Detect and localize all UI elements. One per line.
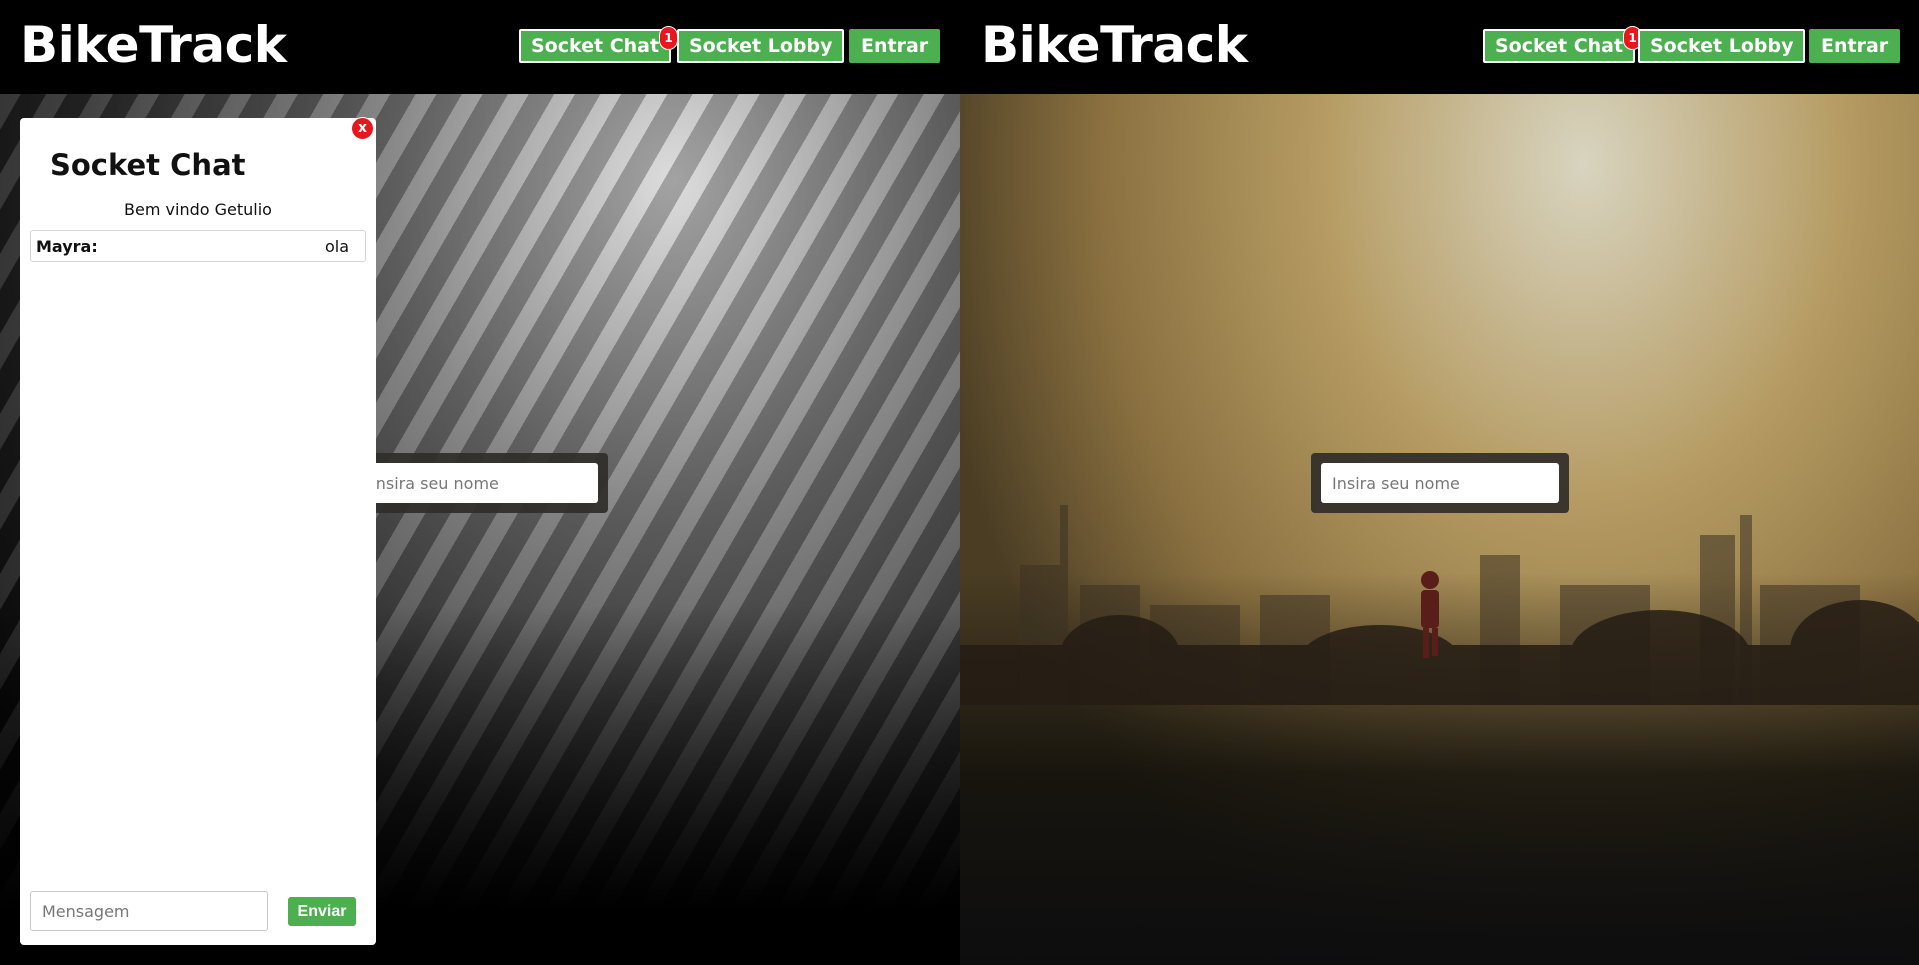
socket-chat-label: Socket Chat — [1495, 35, 1624, 57]
navbar: BikeTrack Socket Chat 1 Socket Lobby Ent… — [960, 0, 1919, 94]
socket-lobby-button[interactable]: Socket Lobby — [1638, 29, 1806, 63]
entrar-button[interactable]: Entrar — [849, 29, 941, 63]
entrar-button[interactable]: Entrar — [1809, 29, 1901, 63]
split-screen: BikeTrack Socket Chat 1 Socket Lobby Ent… — [0, 0, 1919, 965]
brand-logo[interactable]: BikeTrack — [20, 16, 287, 74]
message-input[interactable] — [30, 891, 268, 931]
name-form — [350, 453, 608, 513]
name-input[interactable] — [360, 463, 598, 503]
chat-message: Mayra: ola — [30, 230, 366, 262]
left-window: BikeTrack Socket Chat 1 Socket Lobby Ent… — [0, 0, 960, 965]
message-text: ola — [324, 237, 349, 256]
background-image — [960, 94, 1919, 965]
name-form — [1311, 453, 1569, 513]
socket-chat-button[interactable]: Socket Chat 1 — [519, 26, 679, 63]
right-window: BikeTrack Socket Chat 1 Socket Lobby Ent… — [960, 0, 1919, 965]
welcome-text: Bem vindo Getulio — [124, 200, 272, 219]
notification-badge: 1 — [659, 26, 679, 50]
socket-lobby-button[interactable]: Socket Lobby — [677, 29, 845, 63]
navbar: BikeTrack Socket Chat 1 Socket Lobby Ent… — [0, 0, 960, 94]
chat-title: Socket Chat — [50, 148, 246, 182]
send-button[interactable]: Enviar — [288, 897, 356, 926]
name-input[interactable] — [1321, 463, 1559, 503]
message-author: Mayra: — [36, 237, 98, 256]
close-icon[interactable]: x — [351, 117, 374, 140]
chat-panel: x Socket Chat Bem vindo Getulio Mayra: o… — [20, 117, 376, 945]
brand-logo[interactable]: BikeTrack — [981, 16, 1248, 74]
socket-chat-button[interactable]: Socket Chat 1 — [1483, 26, 1643, 63]
socket-chat-label: Socket Chat — [531, 35, 660, 57]
